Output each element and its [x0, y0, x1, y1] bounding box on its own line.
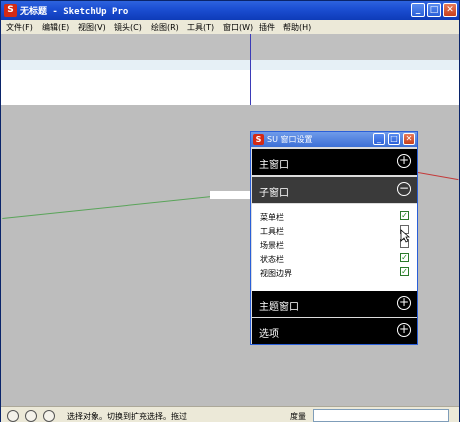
sketchup-logo-icon: S: [253, 134, 264, 145]
geolocation-icon[interactable]: [7, 410, 19, 422]
menu-camera[interactable]: 镜头(C): [114, 22, 142, 33]
option-label: 场景栏: [260, 241, 284, 250]
option-status-bar[interactable]: 状态栏 ✓: [260, 252, 412, 266]
sky-gradient: [1, 60, 459, 70]
measurements-input[interactable]: [313, 409, 449, 422]
checkbox-menu-bar[interactable]: ✓: [400, 211, 409, 220]
option-label: 菜单栏: [260, 213, 284, 222]
section-main-window-label: 主窗口: [259, 160, 289, 171]
maximize-button[interactable]: □: [427, 3, 441, 17]
minimize-button[interactable]: _: [411, 3, 425, 17]
status-bar: 选择对象。切换到扩充选择。拖过 度量: [1, 406, 459, 422]
model-edge: [210, 191, 251, 199]
option-scene-bar[interactable]: 场景栏: [260, 238, 412, 252]
credits-icon[interactable]: [25, 410, 37, 422]
menu-bar: 文件(F) 编辑(E) 视图(V) 镜头(C) 绘图(R) 工具(T) 窗口(W…: [1, 20, 459, 34]
section-theme-window[interactable]: 主题窗口 +: [252, 291, 417, 317]
mouse-pointer-icon: [400, 229, 410, 243]
option-label: 状态栏: [260, 255, 284, 264]
user-icon[interactable]: [43, 410, 55, 422]
menu-file[interactable]: 文件(F): [6, 22, 33, 33]
section-theme-window-label: 主题窗口: [259, 302, 299, 313]
sketchup-logo-icon: S: [4, 4, 17, 17]
settings-minimize-button[interactable]: _: [373, 133, 385, 145]
close-button[interactable]: ✕: [443, 3, 457, 17]
expand-plus-icon[interactable]: +: [397, 296, 411, 310]
option-view-border[interactable]: 视图边界 ✓: [260, 266, 412, 280]
settings-title-bar[interactable]: S SU 窗口设置 _ □ ✕: [251, 132, 417, 147]
menu-window[interactable]: 窗口(W): [223, 22, 253, 33]
sub-window-options-panel: 菜单栏 ✓ 工具栏 场景栏 状态栏 ✓ 视图边界 ✓: [252, 204, 417, 291]
option-menu-bar[interactable]: 菜单栏 ✓: [260, 210, 412, 224]
menu-plugins[interactable]: 插件: [259, 22, 275, 33]
menu-view[interactable]: 视图(V): [78, 22, 106, 33]
section-options[interactable]: 选项 +: [252, 318, 417, 344]
sky-band: [1, 70, 459, 105]
section-main-window[interactable]: 主窗口 +: [252, 149, 417, 175]
option-label: 工具栏: [260, 227, 284, 236]
menu-tools[interactable]: 工具(T): [187, 22, 214, 33]
settings-maximize-button[interactable]: □: [388, 133, 400, 145]
menu-edit[interactable]: 编辑(E): [42, 22, 69, 33]
settings-title: SU 窗口设置: [267, 135, 313, 144]
su-window-settings-panel: S SU 窗口设置 _ □ ✕ 主窗口 + 子窗口 − 菜单栏 ✓ 工具栏 场景…: [250, 131, 418, 345]
window-title: 无标题 - SketchUp Pro: [20, 7, 129, 17]
section-sub-window-label: 子窗口: [259, 188, 289, 199]
menu-draw[interactable]: 绘图(R): [151, 22, 179, 33]
checkbox-status-bar[interactable]: ✓: [400, 253, 409, 262]
settings-close-button[interactable]: ✕: [403, 133, 415, 145]
blue-axis-line: [250, 34, 251, 105]
option-label: 视图边界: [260, 269, 292, 278]
section-sub-window[interactable]: 子窗口 −: [252, 177, 417, 203]
measurements-label: 度量: [290, 412, 306, 421]
section-options-label: 选项: [259, 329, 279, 340]
expand-plus-icon[interactable]: +: [397, 154, 411, 168]
collapse-minus-icon[interactable]: −: [397, 182, 411, 196]
option-toolbar[interactable]: 工具栏: [260, 224, 412, 238]
checkbox-view-border[interactable]: ✓: [400, 267, 409, 276]
menu-help[interactable]: 帮助(H): [283, 22, 311, 33]
title-bar[interactable]: S 无标题 - SketchUp Pro _ □ ✕: [1, 1, 459, 20]
status-hint-text: 选择对象。切换到扩充选择。拖过: [67, 412, 187, 421]
expand-plus-icon[interactable]: +: [397, 323, 411, 337]
